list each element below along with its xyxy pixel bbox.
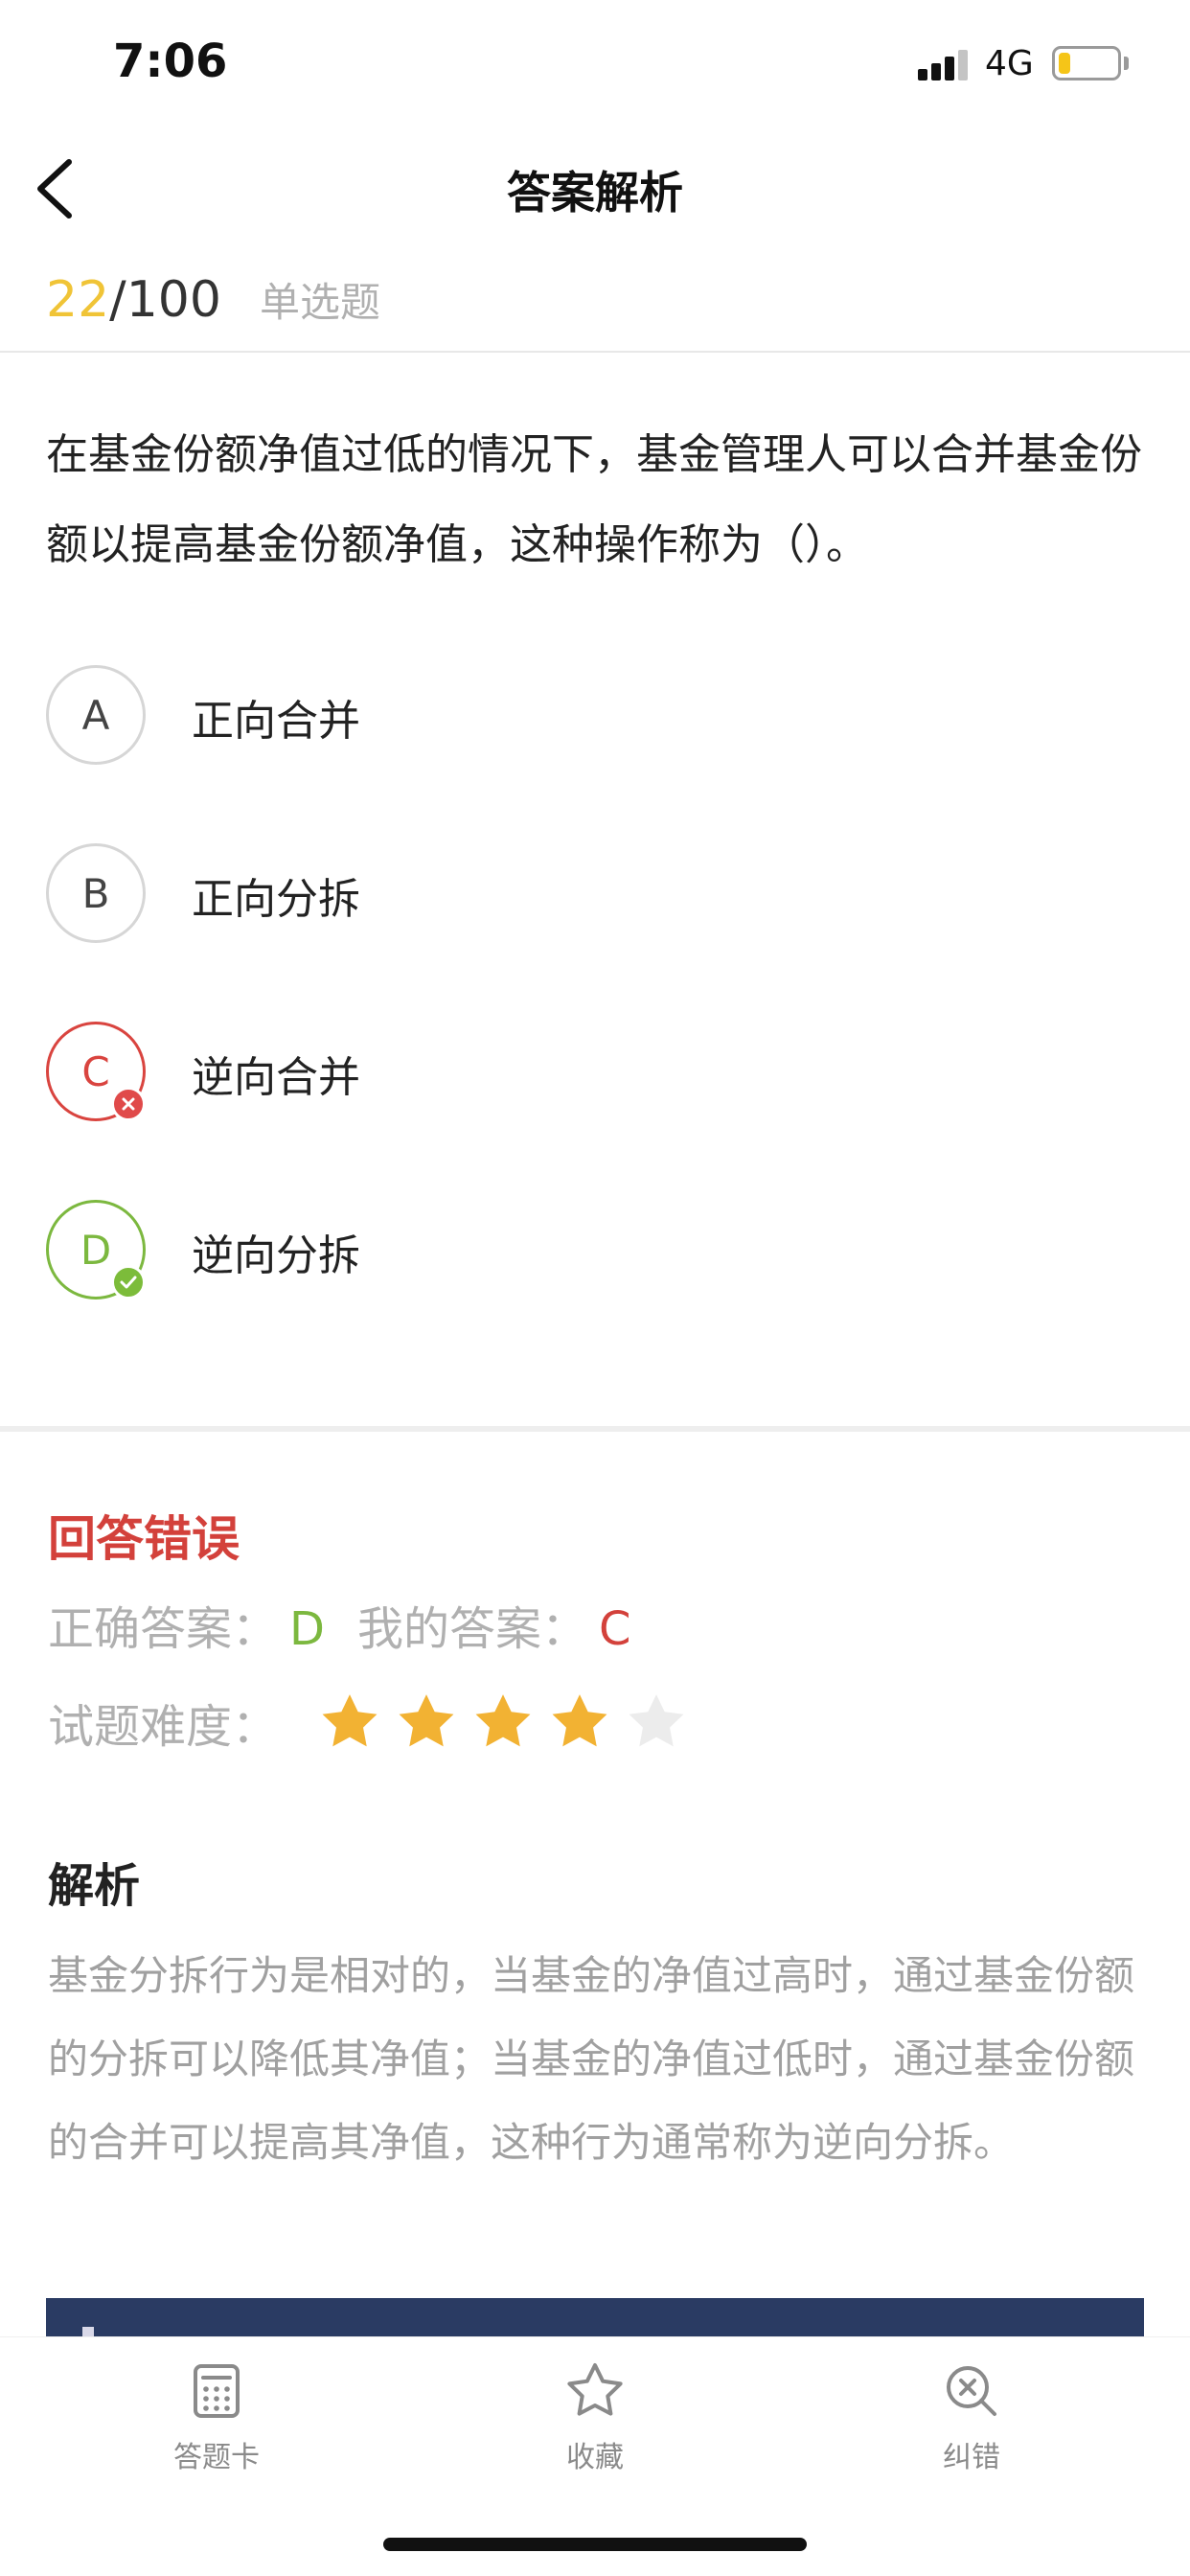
question-total: /100 [109,271,221,329]
report-error-icon [947,2366,996,2416]
battery-level [1059,53,1070,74]
my-answer-label: 我的答案： [356,1602,587,1656]
correct-answer-value: D [289,1602,325,1656]
question-type: 单选题 [259,279,380,326]
option-text: 逆向合并 [192,1053,360,1102]
network-label: 4G [985,44,1034,83]
tab-label: 收藏 [566,2441,624,2474]
answer-card-icon [194,2364,240,2418]
option-letter: B [46,843,146,943]
option-a[interactable]: A 正向合并 [46,661,1148,767]
option-text: 正向分拆 [192,875,360,924]
check-mark-icon [111,1265,146,1300]
result-status: 回答错误 [48,1511,240,1567]
nav-bar: 答案解析 [0,129,1190,249]
page-title: 答案解析 [507,167,683,218]
home-indicator[interactable] [383,2538,807,2551]
star-filled-icon [475,1694,531,1747]
tab-favorite[interactable]: 收藏 [499,2351,691,2475]
star-filled-icon [322,1694,378,1747]
analysis-title: 解析 [48,1859,141,1913]
option-b[interactable]: B 正向分拆 [46,840,1148,945]
wrong-mark-icon [111,1087,146,1121]
answer-summary: 正确答案： D 我的答案： C [48,1591,631,1658]
screen: 7:06 4G 答案解析 22 /100 单选题 在基金份额净值过低的情况下，基… [0,0,1190,2576]
star-empty-icon [629,1694,684,1747]
analysis-image [46,2298,1144,2338]
question-progress: 22 /100 单选题 [46,270,380,337]
status-bar: 7:06 4G [0,0,1190,129]
my-answer-value: C [599,1602,631,1656]
tab-report-error[interactable]: 纠错 [876,2351,1067,2475]
difficulty-stars [318,1690,701,1754]
difficulty-label: 试题难度： [48,1700,279,1754]
option-text: 正向合并 [192,697,360,746]
divider [0,351,1190,353]
difficulty-row: 试题难度： [48,1689,701,1756]
battery-icon [1052,46,1121,80]
star-icon [567,2363,623,2416]
signal-icon [918,48,972,80]
question-current-number: 22 [46,271,110,329]
question-text: 在基金份额净值过低的情况下，基金管理人可以合并基金份额以提高基金份额净值，这种操… [46,430,1142,569]
battery-tip [1124,57,1129,70]
option-letter: A [46,665,146,765]
status-time: 7:06 [113,34,228,88]
option-c[interactable]: C 逆向合并 [46,1018,1148,1123]
tab-answer-card[interactable]: 答题卡 [121,2351,312,2475]
option-text: 逆向分拆 [192,1231,360,1280]
section-divider [0,1426,1190,1432]
tab-label: 答题卡 [173,2441,260,2474]
star-filled-icon [552,1694,607,1747]
tab-label: 纠错 [943,2441,1000,2474]
correct-answer-label: 正确答案： [48,1602,279,1656]
analysis-text: 基金分拆行为是相对的，当基金的净值过高时，通过基金份额的分拆可以降低其净值；当基… [48,1952,1135,2166]
option-d[interactable]: D 逆向分拆 [46,1196,1148,1301]
star-filled-icon [399,1694,454,1747]
